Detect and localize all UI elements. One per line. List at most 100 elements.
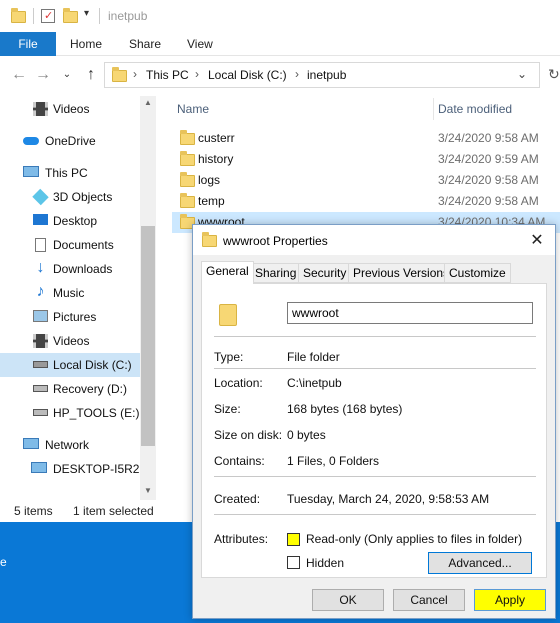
folder-icon: [180, 151, 195, 166]
scrollbar-thumb[interactable]: [141, 226, 155, 446]
download-icon: ↓: [36, 259, 45, 276]
breadcrumb-local-disk[interactable]: Local Disk (C:): [208, 68, 287, 82]
new-folder-icon[interactable]: [63, 8, 78, 23]
status-selection: 1 item selected: [73, 504, 154, 518]
folder-large-icon: [219, 304, 237, 326]
scroll-up-icon[interactable]: ▲: [144, 98, 152, 107]
sidebar-item-onedrive[interactable]: OneDrive: [0, 129, 140, 153]
sidebar-item-this-pc[interactable]: This PC: [0, 161, 140, 185]
close-icon[interactable]: ✕: [527, 231, 547, 251]
advanced-button[interactable]: Advanced...: [428, 552, 532, 574]
music-icon: ♪: [36, 283, 45, 300]
apply-button[interactable]: Apply: [474, 589, 546, 611]
tab-previous-versions[interactable]: Previous Versions: [348, 263, 455, 283]
folder-icon: [202, 232, 217, 247]
breadcrumb-chevron-icon[interactable]: ›: [195, 67, 199, 81]
file-row[interactable]: temp 3/24/2020 9:58 AM: [172, 191, 560, 212]
document-icon: [35, 238, 46, 252]
contains-value: 1 Files, 0 Folders: [287, 454, 380, 468]
breadcrumb-chevron-icon[interactable]: ›: [295, 67, 299, 81]
folder-name-field[interactable]: [287, 302, 533, 324]
title-bar: ✓ ▾ inetpub: [0, 0, 560, 32]
video-icon: [33, 102, 48, 116]
folder-icon: [112, 67, 127, 82]
customize-toolbar-icon[interactable]: ▾: [84, 8, 89, 19]
back-arrow-icon[interactable]: ←: [8, 64, 30, 86]
picture-icon: [33, 310, 48, 322]
sidebar-item-desktop[interactable]: Desktop: [0, 209, 140, 233]
scroll-down-icon[interactable]: ▼: [144, 486, 152, 495]
sidebar-item-pictures[interactable]: Pictures: [0, 305, 140, 329]
sidebar-item-hp-tools[interactable]: HP_TOOLS (E:): [0, 401, 140, 425]
hidden-checkbox[interactable]: [287, 556, 300, 569]
breadcrumb-this-pc[interactable]: This PC: [146, 68, 189, 82]
sidebar-item-desktop-computer[interactable]: DESKTOP-I5R2N7: [0, 457, 155, 481]
type-label: Type:: [214, 350, 244, 364]
sidebar-item-network[interactable]: Network: [0, 433, 140, 457]
created-value: Tuesday, March 24, 2020, 9:58:53 AM: [287, 492, 490, 506]
properties-icon[interactable]: ✓: [41, 9, 55, 23]
location-label: Location:: [214, 376, 263, 390]
ribbon-tabs: File Home Share View: [0, 32, 560, 56]
properties-dialog: wwwroot Properties ✕ General Sharing Sec…: [192, 224, 556, 619]
status-item-count: 5 items: [14, 504, 53, 518]
attributes-label: Attributes:: [214, 532, 269, 546]
type-value: File folder: [287, 350, 340, 364]
folder-icon: [180, 172, 195, 187]
up-arrow-icon[interactable]: ↑: [80, 64, 102, 86]
video-icon: [33, 334, 48, 348]
cloud-icon: [23, 137, 39, 145]
column-divider[interactable]: [433, 98, 434, 120]
desktop-icon: [33, 214, 48, 225]
forward-arrow-icon[interactable]: →: [32, 64, 54, 86]
divider: [214, 368, 536, 369]
tab-customize[interactable]: Customize: [444, 263, 511, 283]
column-header-name[interactable]: Name: [177, 102, 209, 116]
column-header-date-modified[interactable]: Date modified: [438, 102, 512, 116]
breadcrumb-chevron-icon[interactable]: ›: [133, 67, 137, 81]
divider: [214, 514, 536, 515]
cube-icon: [32, 188, 49, 206]
tab-view[interactable]: View: [187, 32, 213, 56]
navigation-pane: Videos OneDrive This PC 3D Objects Deskt…: [0, 94, 156, 500]
sidebar-item-recovery[interactable]: Recovery (D:): [0, 377, 140, 401]
breadcrumb-inetpub[interactable]: inetpub: [307, 68, 346, 82]
separator: [99, 8, 100, 24]
sidebar-item-videos[interactable]: Videos: [0, 97, 140, 121]
size-on-disk-label: Size on disk:: [214, 428, 283, 442]
tab-share[interactable]: Share: [129, 32, 161, 56]
sidebar-item-3d-objects[interactable]: 3D Objects: [0, 185, 140, 209]
drive-icon: [33, 385, 48, 392]
recent-locations-icon[interactable]: ⌄: [56, 64, 78, 86]
sidebar-item-videos-2[interactable]: Videos: [0, 329, 140, 353]
folder-icon: [180, 193, 195, 208]
drive-icon: [33, 409, 48, 416]
contains-label: Contains:: [214, 454, 265, 468]
tab-file[interactable]: File: [0, 32, 56, 56]
sidebar-item-local-disk[interactable]: Local Disk (C:): [0, 353, 140, 377]
cancel-button[interactable]: Cancel: [393, 589, 465, 611]
sidebar-item-documents[interactable]: Documents: [0, 233, 140, 257]
separator: [33, 8, 34, 24]
sidebar-item-music[interactable]: ♪ Music: [0, 281, 140, 305]
tab-sharing[interactable]: Sharing: [250, 263, 302, 283]
refresh-icon[interactable]: ↻: [548, 66, 560, 83]
read-only-label: Read-only (Only applies to files in fold…: [306, 532, 523, 546]
tab-general[interactable]: General: [201, 261, 254, 284]
sidebar-item-downloads[interactable]: ↓ Downloads: [0, 257, 140, 281]
ok-button[interactable]: OK: [312, 589, 384, 611]
file-row[interactable]: history 3/24/2020 9:59 AM: [172, 149, 560, 170]
general-tab-panel: Type: File folder Location: C:\inetpub S…: [201, 283, 547, 578]
read-only-checkbox[interactable]: [287, 533, 300, 546]
file-row[interactable]: custerr 3/24/2020 9:58 AM: [172, 128, 560, 149]
address-dropdown-icon[interactable]: ⌄: [517, 67, 527, 81]
hidden-label: Hidden: [306, 556, 345, 570]
folder-icon: [180, 130, 195, 145]
tab-home[interactable]: Home: [70, 32, 102, 56]
address-bar[interactable]: › This PC › Local Disk (C:) › inetpub ⌄: [104, 62, 540, 88]
tab-security[interactable]: Security: [298, 263, 352, 283]
file-row[interactable]: logs 3/24/2020 9:58 AM: [172, 170, 560, 191]
dialog-title-bar[interactable]: wwwroot Properties ✕: [193, 225, 555, 255]
window-title: inetpub: [108, 9, 148, 23]
desktop-label-fragment: e: [0, 555, 7, 569]
